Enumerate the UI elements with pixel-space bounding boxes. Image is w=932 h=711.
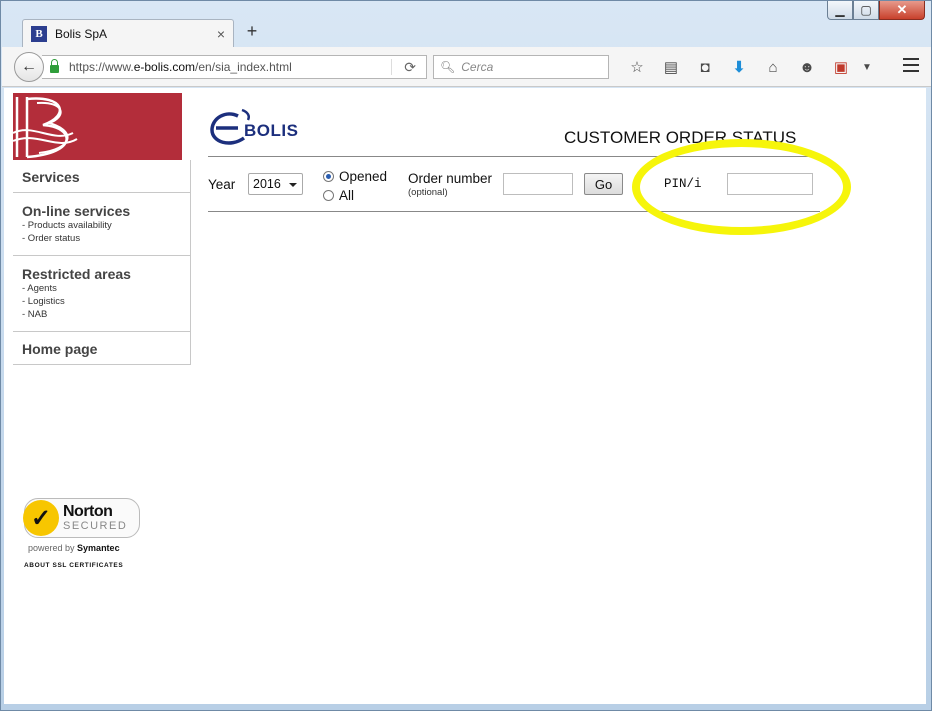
back-arrow-icon: ← xyxy=(21,58,37,75)
radio-opened-label: Opened xyxy=(339,169,388,184)
pocket-icon[interactable]: ◘ xyxy=(688,56,722,78)
reading-list-icon[interactable]: ▤ xyxy=(654,56,688,78)
year-select[interactable]: 2016 xyxy=(248,173,303,195)
yellow-highlight-ellipse xyxy=(632,139,851,235)
link-logistics[interactable]: - Logistics xyxy=(22,295,190,308)
close-window-button[interactable]: ✕ xyxy=(879,1,925,20)
norton-powered-by: powered by Symantec xyxy=(28,543,120,553)
online-services-title[interactable]: On-line services xyxy=(22,203,190,219)
reload-icon[interactable]: ⟳ xyxy=(404,59,416,76)
search-placeholder: Cerca xyxy=(461,60,494,74)
link-nab[interactable]: - NAB xyxy=(22,308,190,321)
web-page: Services On-line services - Products ava… xyxy=(4,88,926,704)
radio-all-button[interactable] xyxy=(323,190,334,201)
link-products-availability[interactable]: - Products availability xyxy=(22,219,190,232)
url-bar[interactable]: https://www.e-bolis.com/en/sia_index.htm… xyxy=(42,55,427,79)
brand-text: BOLIS xyxy=(244,121,299,140)
order-number-optional: (optional) xyxy=(408,187,448,198)
norton-seal[interactable]: ✓ Norton SECURED powered by Symantec ABO… xyxy=(23,498,144,569)
order-number-input[interactable] xyxy=(503,173,573,195)
sidebar-services[interactable]: Services xyxy=(13,160,191,193)
url-separator xyxy=(391,59,392,75)
search-icon: 🔍︎ xyxy=(440,60,456,74)
norton-name: Norton xyxy=(63,503,113,520)
checkmark-icon: ✓ xyxy=(23,500,59,536)
radio-opened[interactable]: Opened xyxy=(323,169,387,184)
tab-title: Bolis SpA xyxy=(55,26,108,41)
radio-all-label: All xyxy=(339,188,355,203)
home-page-label: Home page xyxy=(22,341,98,357)
search-input[interactable]: 🔍︎ Cerca xyxy=(433,55,609,79)
norton-badge: ✓ Norton SECURED xyxy=(23,498,140,538)
order-number-label: Order number xyxy=(408,171,493,186)
toolbar-icons: ☆ ▤ ◘ ⬇ ⌂ ☻ ▣ ▼ xyxy=(620,56,876,78)
bolis-logo[interactable] xyxy=(13,93,182,160)
window-controls: ▁ ▢ ✕ xyxy=(827,1,925,20)
sidebar-home-page[interactable]: Home page xyxy=(13,332,191,365)
sidebar-online-services: On-line services - Products availability… xyxy=(13,193,191,256)
back-button[interactable]: ← xyxy=(14,52,44,82)
home-icon[interactable]: ⌂ xyxy=(756,56,790,78)
radio-all[interactable]: All xyxy=(323,188,354,203)
lock-icon xyxy=(50,59,59,73)
chevron-down-icon xyxy=(289,183,297,187)
link-order-status[interactable]: - Order status xyxy=(22,232,190,245)
bolis-favicon-icon: B xyxy=(31,25,47,42)
go-button[interactable]: Go xyxy=(584,173,623,195)
radio-opened-button[interactable] xyxy=(323,171,334,182)
year-value: 2016 xyxy=(253,177,281,191)
restricted-areas-title[interactable]: Restricted areas xyxy=(22,266,190,282)
menu-hamburger-icon[interactable] xyxy=(903,58,919,76)
sidebar-restricted-areas: Restricted areas - Agents - Logistics - … xyxy=(13,256,191,332)
bookmark-star-icon[interactable]: ☆ xyxy=(620,56,654,78)
url-text: https://www.e-bolis.com/en/sia_index.htm… xyxy=(69,60,292,74)
chat-icon[interactable]: ☻ xyxy=(790,56,824,78)
new-tab-button[interactable]: + xyxy=(241,21,263,42)
pdf-icon[interactable]: ▣ xyxy=(824,56,858,78)
minimize-button[interactable]: ▁ xyxy=(827,1,853,20)
navigation-toolbar: https://www.e-bolis.com/en/sia_index.htm… xyxy=(2,47,931,87)
browser-tab[interactable]: B Bolis SpA × xyxy=(22,19,234,47)
year-label: Year xyxy=(208,177,236,192)
ssl-certificates-link[interactable]: ABOUT SSL CERTIFICATES xyxy=(24,562,144,569)
close-tab-icon[interactable]: × xyxy=(217,26,225,42)
e-bolis-logo: BOLIS xyxy=(208,108,298,148)
chevron-down-icon[interactable]: ▼ xyxy=(858,56,876,78)
download-icon[interactable]: ⬇ xyxy=(722,56,756,78)
services-label: Services xyxy=(22,169,80,185)
norton-secured: SECURED xyxy=(63,520,128,532)
maximize-button[interactable]: ▢ xyxy=(853,1,879,20)
sidebar: Services On-line services - Products ava… xyxy=(13,93,191,365)
link-agents[interactable]: - Agents xyxy=(22,282,190,295)
browser-window: ▁ ▢ ✕ B Bolis SpA × + https://www.e-boli… xyxy=(0,0,932,711)
